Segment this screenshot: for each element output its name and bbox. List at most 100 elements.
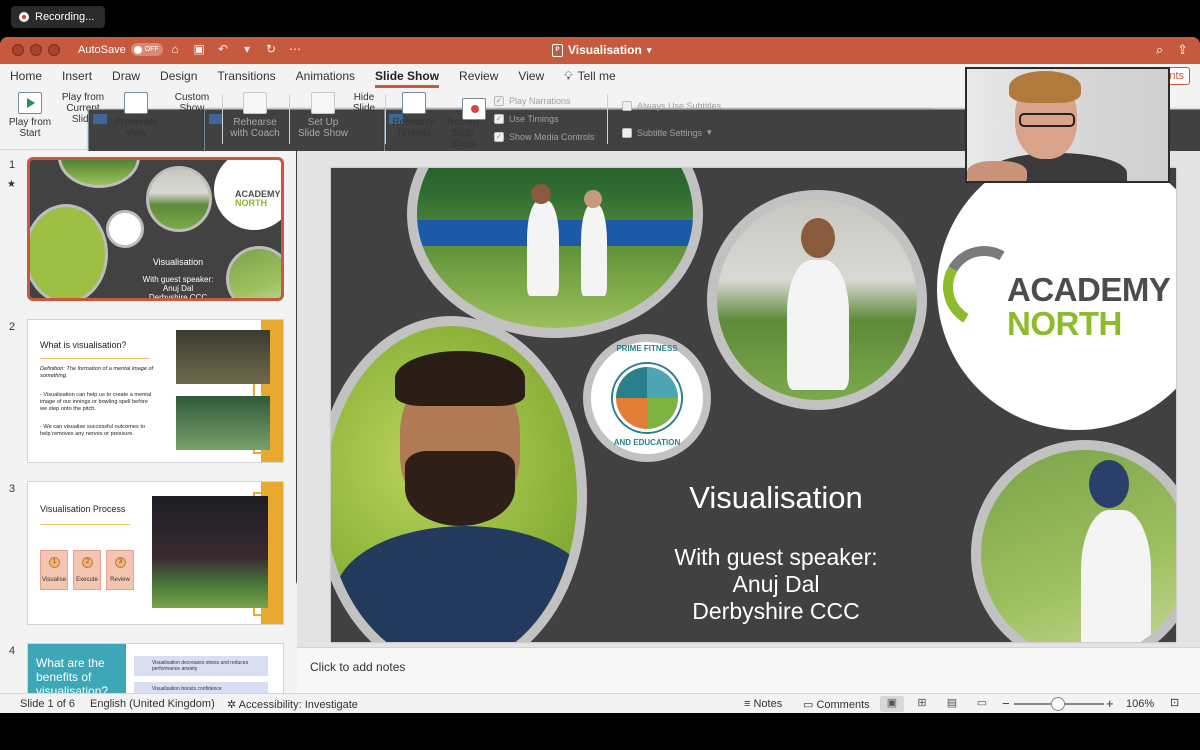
thumb-title: What are the benefits of visualisation? [36,656,109,697]
thumb-photo [176,396,270,450]
thumb-divider [40,358,150,359]
set-up-slide-show-button[interactable]: Set Up Slide Show [296,92,350,139]
academy-north-logo: ACADEMY NORTH [1007,273,1171,342]
tab-insert[interactable]: Insert [62,64,102,88]
thumb-photo [146,166,212,232]
tab-home[interactable]: Home [10,64,52,88]
logo-text-north: NORTH [1007,305,1122,342]
slide-photo-batter [971,440,1176,642]
player-head [531,184,551,204]
thumbnail-slide-3[interactable]: Visualisation Process 1 Visualise 2 Execut… [27,481,284,625]
play-from-start-button[interactable]: Play from Start [8,92,52,139]
portrait-beard [405,451,515,526]
recording-label: Recording... [35,11,95,23]
thumb-photo [30,204,108,298]
search-icon[interactable]: ⌕ [1156,42,1163,58]
normal-view-button[interactable]: ▣ [880,696,904,712]
presenter-view-button[interactable]: Presenter View [114,92,158,139]
fit-to-window-icon[interactable]: ⊡ [1170,696,1179,709]
status-bar: Slide 1 of 6 English (United Kingdom) ✲ … [0,693,1200,713]
tab-design[interactable]: Design [160,64,207,88]
thumb-title: What is visualisation? [40,340,127,350]
thumb-item: Visualisation decreases stress and reduc… [134,656,268,676]
comments-label: Comments [816,699,870,711]
tab-review[interactable]: Review [459,64,508,88]
redo-icon[interactable]: ↻ [264,42,278,56]
thumbnail-slide-4[interactable]: What are the benefits of visualisation? … [27,643,284,697]
rehearse-timings-button[interactable]: Rehearse Timings [390,92,438,139]
zoom-level[interactable]: 106% [1126,698,1154,710]
webcam-person-glasses [1019,113,1075,127]
recording-indicator[interactable]: Recording... [11,6,105,28]
document-title[interactable]: P Visualisation ▾ [552,43,651,57]
presenter-view-label-2: View [125,128,147,139]
process-step: 1 Visualise [40,550,68,590]
play-from-current-label-1: Play from [61,92,105,103]
autosave-toggle[interactable]: OFF [130,43,163,56]
tab-view[interactable]: View [518,64,554,88]
slide-subtitle[interactable]: With guest speaker: Anuj Dal Derbyshire … [641,544,911,625]
zoom-in-button[interactable]: + [1106,696,1114,711]
undo-icon[interactable]: ↶ [216,42,230,56]
record-icon [19,12,29,22]
rehearse-timings-label-2: Timings [396,128,432,139]
close-window-button[interactable] [12,44,24,56]
step-number: 1 [49,557,60,568]
slide-title[interactable]: Visualisation [651,480,901,516]
window-controls [12,44,60,56]
always-use-subtitles-checkbox[interactable]: Always Use Subtitles [622,101,721,111]
comments-toggle[interactable]: ▭ Comments [803,698,870,711]
tell-me-search[interactable]: 💡︎ Tell me [564,69,615,84]
accessibility-checker[interactable]: ✲ Accessibility: Investigate [227,698,358,711]
reading-view-button[interactable]: ▤ [940,696,964,712]
tab-transitions[interactable]: Transitions [217,64,285,88]
slide-number: 4 [9,645,16,657]
animation-star-icon: ★ [7,179,16,190]
tab-draw[interactable]: Draw [112,64,150,88]
thumbnail-slide-1[interactable]: ACADEMY NORTH Visualisation With guest s… [27,157,284,301]
notes-pane[interactable]: Click to add notes [297,647,1200,697]
subtitle-settings-label: Subtitle Settings [637,127,703,138]
slide-show-view-button[interactable]: ▭ [970,696,994,712]
more-icon[interactable]: ⋯ [288,42,302,56]
zoom-out-button[interactable]: − [1002,696,1010,711]
custom-show-label-1: Custom [174,92,210,103]
step-label: Review [110,577,130,583]
thumb-line-3: Derbyshire CCC [148,293,208,301]
zoom-window-button[interactable] [48,44,60,56]
rehearse-timings-label-1: Rehearse [392,117,436,128]
record-slide-show-button[interactable]: Record Slide Show [438,92,488,150]
minimize-window-button[interactable] [30,44,42,56]
zoom-slider-handle[interactable] [1051,697,1065,711]
subtitle-settings-dropdown[interactable]: Subtitle Settings ▾ [622,127,712,138]
webcam-overlay[interactable] [965,67,1170,183]
thumb-photo [152,496,268,608]
tab-slide-show[interactable]: Slide Show [375,64,449,88]
home-icon[interactable]: ⌂ [168,42,182,56]
play-from-current-button[interactable]: Play from Current Slide [54,92,933,583]
share-icon[interactable]: ⇪ [1177,42,1188,58]
hide-slide-button[interactable]: Hide Slide [350,92,1200,583]
slide-sorter-button[interactable]: ⊞ [910,696,934,712]
document-title-text: Visualisation [568,43,642,57]
subtitle-line-1: With guest speaker: [674,544,878,570]
player-figure [1081,510,1151,642]
presenter-view-icon [124,92,148,114]
show-media-controls-checkbox[interactable]: ✓ Show Media Controls [494,132,595,142]
tab-animations[interactable]: Animations [296,64,365,88]
chevron-down-icon[interactable]: ▾ [240,42,254,56]
hide-slide-label-2: Slide [352,103,376,114]
setup-label-1: Set Up [307,117,339,128]
use-timings-checkbox[interactable]: ✓ Use Timings [494,114,559,124]
rehearse-with-coach-button[interactable]: Rehearse with Coach [228,92,282,139]
use-timings-label: Use Timings [509,114,559,124]
current-slide[interactable]: PRIME FITNESS AND EDUCATION ACADEMY NORT… [331,168,1176,642]
save-icon[interactable]: ▣ [192,42,206,56]
language-indicator[interactable]: English (United Kingdom) [90,698,215,710]
notes-toggle[interactable]: ≡ Notes [744,698,782,710]
play-narrations-checkbox[interactable]: ✓ Play Narrations [494,96,571,106]
accessibility-label: Accessibility: Investigate [238,699,358,711]
slide-number: 2 [9,321,16,333]
thumbnail-slide-2[interactable]: What is visualisation? Definition: The f… [27,319,284,463]
custom-show-button[interactable]: Custom Show [170,92,1049,583]
